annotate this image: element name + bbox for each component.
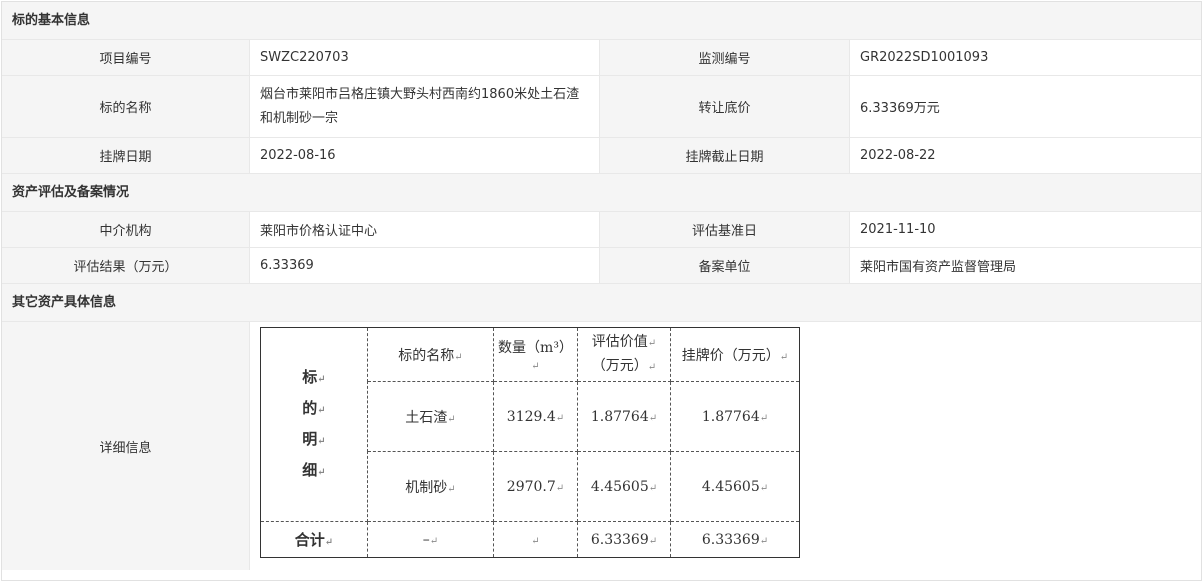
- cell-price: 4.45605↵: [670, 451, 800, 522]
- base-date-label: 评估基准日: [600, 212, 850, 247]
- row-agency: 中介机构 莱阳市价格认证中心 评估基准日 2021-11-10: [2, 212, 1201, 248]
- cell-value: 1.87764↵: [577, 381, 671, 452]
- side-char: 细↵: [302, 460, 326, 479]
- filing-label: 备案单位: [600, 248, 850, 283]
- table-total-row: 合计↵ –↵ ↵ 6.33369↵ 6.33369↵: [260, 521, 800, 558]
- price-label: 转让底价: [600, 76, 850, 137]
- project-no-value: SWZC220703: [250, 40, 600, 75]
- header-name: 标的名称↵: [367, 327, 494, 382]
- price-value: 6.33369万元: [850, 76, 1201, 137]
- total-qty: ↵: [493, 521, 578, 558]
- header-qty: 数量（m³）↵: [493, 327, 578, 382]
- result-value: 6.33369: [250, 248, 600, 283]
- project-no-label: 项目编号: [2, 40, 250, 75]
- section-title-other: 其它资产具体信息: [2, 284, 1201, 322]
- total-label: 合计↵: [260, 521, 368, 558]
- side-header-cell: 标↵ 的↵ 明↵ 细↵: [260, 327, 368, 522]
- header-price: 挂牌价（万元）↵: [670, 327, 800, 382]
- agency-label: 中介机构: [2, 212, 250, 247]
- total-name: –↵: [367, 521, 494, 558]
- section-title-assessment: 资产评估及备案情况: [2, 174, 1201, 212]
- agency-value: 莱阳市价格认证中心: [250, 212, 600, 247]
- end-date-label: 挂牌截止日期: [600, 138, 850, 173]
- row-result: 评估结果（万元） 6.33369 备案单位 莱阳市国有资产监督管理局: [2, 248, 1201, 284]
- name-label: 标的名称: [2, 76, 250, 137]
- asset-detail-table: 标↵ 的↵ 明↵ 细↵ 标的名称↵ 数量（m³）↵ 评估价值↵ （万元）↵ 挂牌价…: [260, 327, 800, 558]
- list-date-label: 挂牌日期: [2, 138, 250, 173]
- row-name: 标的名称 烟台市莱阳市吕格庄镇大野头村西南约1860米处土石渣和机制砂一宗 转让…: [2, 76, 1201, 138]
- detail-label: 详细信息: [2, 322, 250, 570]
- cell-value: 4.45605↵: [577, 451, 671, 522]
- section-title-basic: 标的基本信息: [2, 2, 1201, 40]
- side-char: 标↵: [302, 367, 326, 386]
- row-project-no: 项目编号 SWZC220703 监测编号 GR2022SD1001093: [2, 40, 1201, 76]
- cell-qty: 2970.7↵: [493, 451, 578, 522]
- result-label: 评估结果（万元）: [2, 248, 250, 283]
- total-value: 6.33369↵: [577, 521, 671, 558]
- detail-value: 标↵ 的↵ 明↵ 细↵ 标的名称↵ 数量（m³）↵ 评估价值↵ （万元）↵ 挂牌价…: [250, 322, 1201, 570]
- cell-name: 机制砂↵: [367, 451, 494, 522]
- row-dates: 挂牌日期 2022-08-16 挂牌截止日期 2022-08-22: [2, 138, 1201, 174]
- cell-price: 1.87764↵: [670, 381, 800, 452]
- side-char: 的↵: [302, 398, 326, 417]
- table-header-row: 标↵ 的↵ 明↵ 细↵ 标的名称↵ 数量（m³）↵ 评估价值↵ （万元）↵ 挂牌价…: [260, 327, 800, 522]
- cell-qty: 3129.4↵: [493, 381, 578, 452]
- header-value: 评估价值↵ （万元）↵: [577, 327, 671, 382]
- row-detail: 详细信息 标↵ 的↵ 明↵ 细↵ 标的名称↵ 数量（m³）↵ 评估价值↵ （万元）…: [2, 322, 1201, 570]
- base-date-value: 2021-11-10: [850, 212, 1201, 247]
- list-date-value: 2022-08-16: [250, 138, 600, 173]
- asset-detail-page: 标的基本信息 项目编号 SWZC220703 监测编号 GR2022SD1001…: [1, 1, 1202, 581]
- name-value: 烟台市莱阳市吕格庄镇大野头村西南约1860米处土石渣和机制砂一宗: [250, 76, 600, 137]
- side-char: 明↵: [302, 429, 326, 448]
- monitor-no-value: GR2022SD1001093: [850, 40, 1201, 75]
- end-date-value: 2022-08-22: [850, 138, 1201, 173]
- monitor-no-label: 监测编号: [600, 40, 850, 75]
- cell-name: 土石渣↵: [367, 381, 494, 452]
- total-price: 6.33369↵: [670, 521, 800, 558]
- filing-value: 莱阳市国有资产监督管理局: [850, 248, 1201, 283]
